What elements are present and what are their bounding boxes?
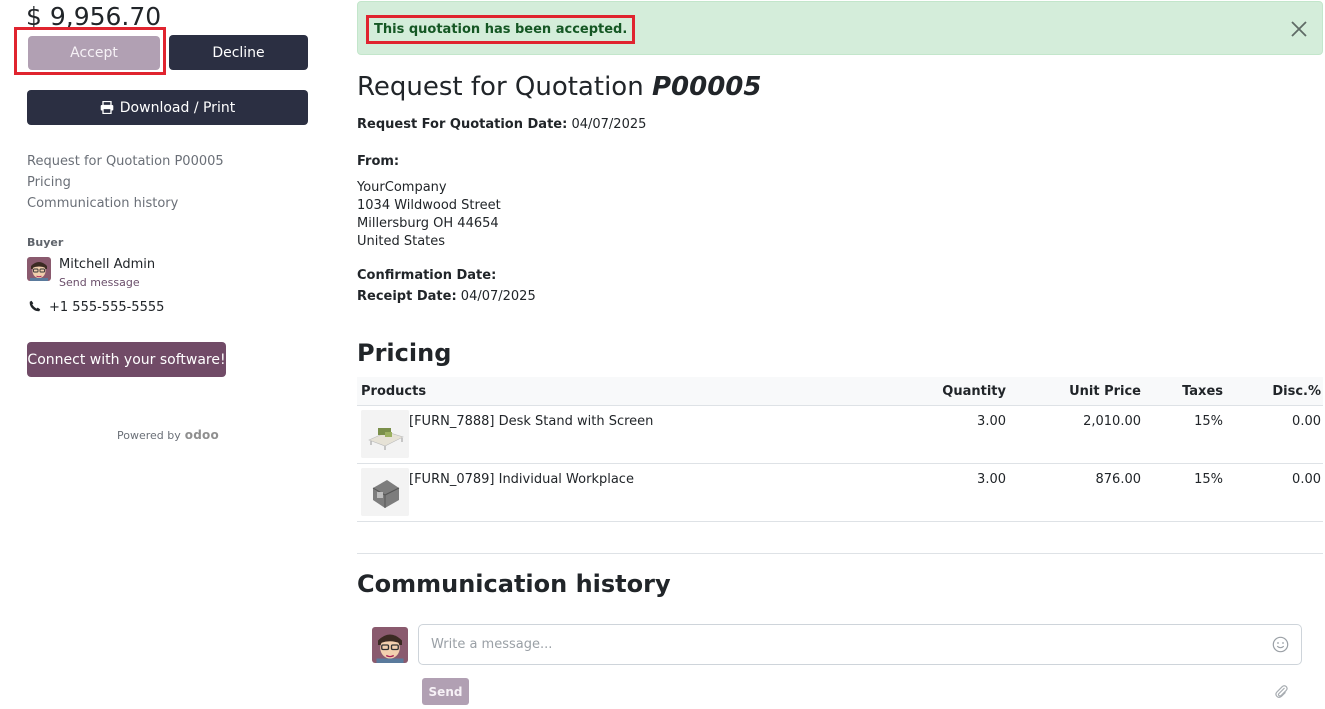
header-unit-price: Unit Price — [1069, 383, 1141, 399]
header-discount: Disc.% — [1272, 383, 1321, 399]
pricing-title: Pricing — [357, 339, 452, 367]
download-print-label: Download / Print — [119, 99, 236, 116]
nav-item-quotation[interactable]: Request for Quotation P00005 — [27, 151, 224, 172]
communication-title: Communication history — [357, 570, 671, 598]
buyer-label: Buyer — [27, 236, 64, 249]
row-unit-price: 876.00 — [1095, 472, 1142, 487]
rfq-date-value: 04/07/2025 — [571, 117, 647, 132]
receipt-date-value: 04/07/2025 — [460, 289, 536, 304]
address-country: United States — [357, 234, 446, 249]
nav-item-pricing[interactable]: Pricing — [27, 172, 224, 193]
user-avatar — [372, 627, 408, 663]
receipt-date-label: Receipt Date: — [357, 289, 457, 304]
product-name[interactable]: [FURN_0789] Individual Workplace — [409, 472, 634, 487]
pricing-table: Products Quantity Unit Price Taxes Disc.… — [357, 377, 1323, 522]
row-quantity: 3.00 — [977, 414, 1006, 429]
address-company: YourCompany — [357, 180, 447, 195]
from-label: From: — [357, 154, 400, 169]
phone-icon — [29, 300, 41, 312]
product-image-desk-stand — [361, 410, 409, 458]
section-divider — [357, 553, 1323, 554]
row-discount: 0.00 — [1292, 472, 1321, 487]
confirmation-date-label: Confirmation Date: — [357, 268, 497, 283]
print-icon — [100, 101, 114, 114]
send-button[interactable]: Send — [422, 678, 469, 705]
rfq-date-line: Request For Quotation Date: 04/07/2025 — [357, 117, 646, 132]
address-street: 1034 Wildwood Street — [357, 198, 501, 213]
title-reference: P00005 — [651, 72, 762, 102]
row-quantity: 3.00 — [977, 472, 1006, 487]
from-label-line: From: — [357, 154, 399, 169]
header-quantity: Quantity — [942, 383, 1006, 399]
row-discount: 0.00 — [1292, 414, 1321, 429]
header-taxes: Taxes — [1182, 383, 1223, 399]
alert-message: This quotation has been accepted. — [366, 15, 636, 44]
vendor-address: YourCompany 1034 Wildwood Street Millers… — [357, 179, 501, 251]
sidebar-nav: Request for Quotation P00005 Pricing Com… — [27, 151, 224, 214]
buyer-phone: +1 555-555-5555 — [49, 300, 165, 315]
emoji-icon[interactable] — [1272, 636, 1289, 653]
row-unit-price: 2,010.00 — [1083, 414, 1141, 429]
close-icon[interactable] — [1290, 20, 1308, 38]
decline-button[interactable]: Decline — [169, 35, 308, 70]
powered-by-label: Powered by — [117, 428, 181, 442]
paperclip-icon[interactable] — [1273, 683, 1289, 699]
receipt-date-line: Receipt Date: 04/07/2025 — [357, 289, 536, 304]
header-products: Products — [361, 383, 427, 399]
connect-software-button[interactable]: Connect with your software! — [27, 342, 226, 377]
page-title: Request for Quotation P00005 — [357, 72, 761, 102]
accept-button[interactable]: Accept — [28, 36, 160, 70]
table-header: Products Quantity Unit Price Taxes Disc.… — [357, 377, 1323, 406]
row-taxes: 15% — [1194, 414, 1223, 429]
odoo-logo[interactable]: odoo — [185, 428, 219, 442]
product-name[interactable]: [FURN_7888] Desk Stand with Screen — [409, 414, 653, 429]
buyer-name: Mitchell Admin — [59, 257, 156, 272]
product-image-workplace — [361, 468, 409, 516]
message-input[interactable] — [418, 624, 1302, 665]
nav-item-communication[interactable]: Communication history — [27, 193, 224, 214]
row-taxes: 15% — [1194, 472, 1223, 487]
buyer-avatar — [27, 257, 51, 281]
title-prefix: Request for Quotation — [357, 72, 644, 102]
confirmation-date-line: Confirmation Date: — [357, 268, 496, 283]
table-row: [FURN_0789] Individual Workplace 3.00 87… — [357, 464, 1323, 522]
table-row: [FURN_7888] Desk Stand with Screen 3.00 … — [357, 406, 1323, 464]
send-message-link[interactable]: Send message — [59, 276, 140, 289]
address-city: Millersburg OH 44654 — [357, 216, 499, 231]
download-print-button[interactable]: Download / Print — [27, 90, 308, 125]
rfq-date-label: Request For Quotation Date: — [357, 117, 568, 132]
powered-by: Powered by odoo — [117, 428, 219, 442]
accepted-alert: This quotation has been accepted. — [357, 1, 1323, 55]
